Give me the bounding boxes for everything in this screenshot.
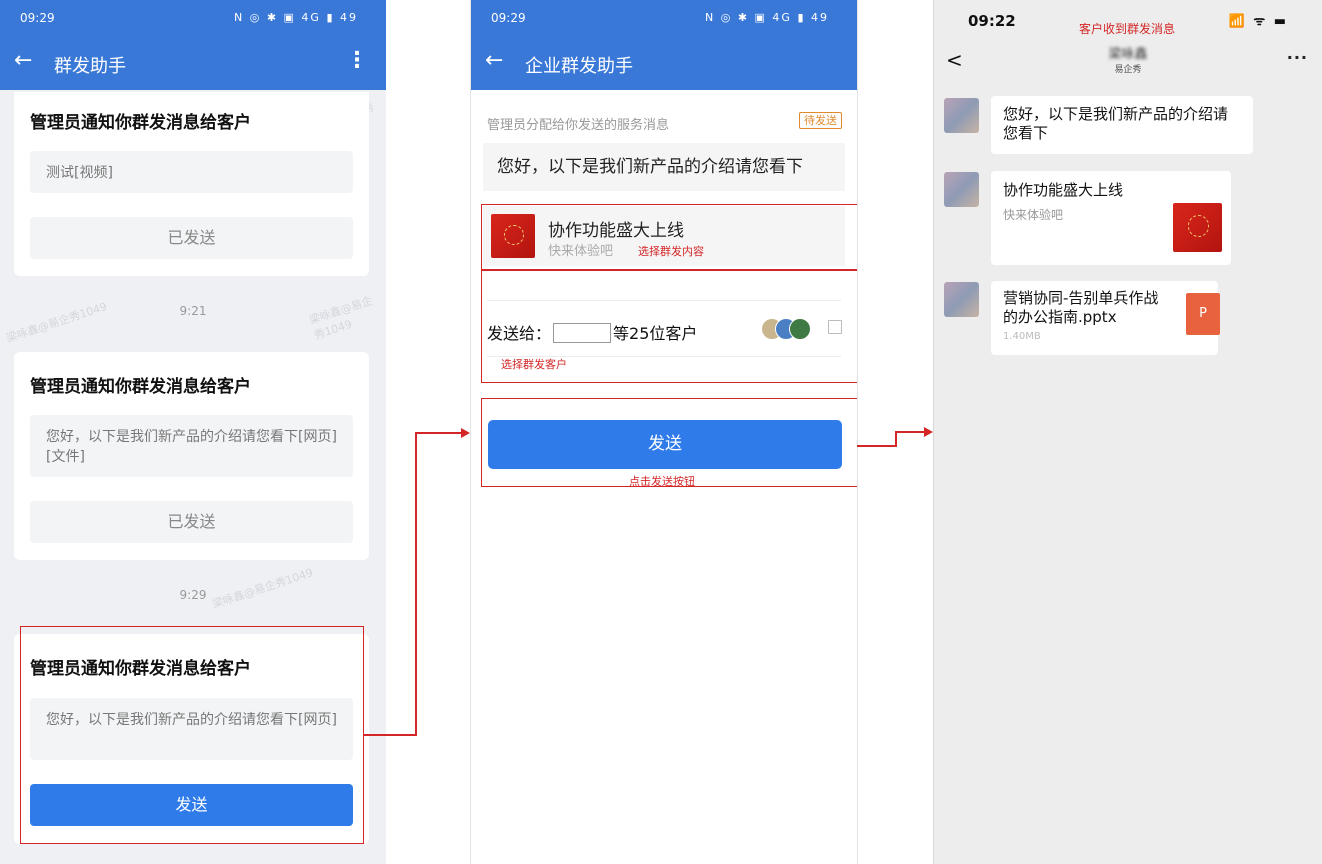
chat-contact-name: 梁咏鑫	[1108, 47, 1148, 62]
chat-message-text: 您好，以下是我们新产品的介绍请您看下	[1003, 105, 1229, 142]
status-bar: 09:22 客户收到群发消息 📶 ᯤ ▬	[934, 0, 1322, 40]
status-time: 09:22	[968, 12, 1016, 30]
chat-nav-bar: < 梁咏鑫 易企秀 ···	[934, 40, 1322, 84]
highlight-box	[481, 204, 857, 270]
status-time: 09:29	[491, 11, 526, 25]
chat-file-card[interactable]: 营销协同-告别单兵作战的办公指南.pptx 1.40MB P	[991, 281, 1220, 355]
status-time: 09:29	[20, 11, 55, 25]
annotation-customer-received: 客户收到群发消息	[1079, 22, 1176, 36]
link-subtitle: 快来体验吧	[1003, 208, 1064, 222]
link-title: 协作功能盛大上线	[1003, 181, 1124, 199]
file-size: 1.40MB	[1003, 331, 1041, 342]
more-menu-icon[interactable]: ···	[1287, 48, 1308, 67]
connector-line	[415, 432, 417, 736]
chat-link-card[interactable]: 协作功能盛大上线 快来体验吧	[991, 171, 1231, 265]
panel-broadcast-assistant: 09:29 N ◎ ✱ ▣ 4G ▮ 49 ← 群发助手 ⋮ 梁咏鑫@易企秀10…	[0, 0, 386, 864]
chat-message-bubble: 您好，以下是我们新产品的介绍请您看下	[991, 96, 1253, 154]
file-name: 营销协同-告别单兵作战的办公指南.pptx	[1003, 289, 1159, 326]
panel-enterprise-broadcast: 09:29 N ◎ ✱ ▣ 4G ▮ 49 ← 企业群发助手 管理员分配给你发送…	[470, 0, 858, 864]
highlight-box	[481, 398, 857, 487]
status-bar: 09:29 N ◎ ✱ ▣ 4G ▮ 49	[0, 0, 386, 36]
connector-line	[857, 445, 897, 447]
service-message-hint: 管理员分配给你发送的服务消息	[487, 118, 670, 133]
more-menu-icon[interactable]: ⋮	[346, 48, 368, 73]
connector-arrow-icon	[924, 427, 933, 437]
status-icons: 📶 ᯤ ▬	[1228, 14, 1288, 29]
status-icons: N ◎ ✱ ▣ 4G ▮ 49	[234, 11, 358, 24]
avatar	[944, 172, 979, 207]
connector-line	[364, 734, 417, 736]
card-title: 管理员通知你群发消息给客户	[30, 113, 251, 133]
back-arrow-icon[interactable]: ←	[485, 48, 503, 73]
back-arrow-icon[interactable]: ←	[14, 48, 32, 73]
status-bar: 09:29 N ◎ ✱ ▣ 4G ▮ 49	[471, 0, 857, 36]
status-icons: N ◎ ✱ ▣ 4G ▮ 49	[705, 11, 829, 24]
chat-contact-company: 易企秀	[1114, 65, 1142, 75]
card-message: 您好，以下是我们新产品的介绍请您看下[网页][文件]	[30, 415, 353, 477]
connector-arrow-icon	[461, 428, 470, 438]
avatar	[944, 282, 979, 317]
card-message: 测试[视频]	[30, 151, 353, 193]
connector-line	[415, 432, 463, 434]
highlight-box	[20, 626, 364, 844]
sent-button: 已发送	[30, 217, 353, 259]
panel-customer-chat: 09:22 客户收到群发消息 📶 ᯤ ▬ < 梁咏鑫 易企秀 ··· 您好，以下…	[933, 0, 1322, 864]
broadcast-card: 管理员通知你群发消息给客户 您好，以下是我们新产品的介绍请您看下[网页][文件]…	[14, 352, 369, 560]
timestamp: 9:29	[179, 588, 207, 602]
title-bar: ← 企业群发助手	[471, 36, 857, 90]
link-thumbnail-icon	[1173, 203, 1222, 252]
timestamp: 9:21	[179, 304, 207, 318]
status-badge: 待发送	[799, 112, 842, 129]
broadcast-card: 管理员通知你群发消息给客户 测试[视频] 已发送	[14, 92, 369, 276]
message-text: 您好，以下是我们新产品的介绍请您看下	[483, 143, 845, 191]
title-bar: ← 群发助手 ⋮	[0, 36, 386, 90]
avatar	[944, 98, 979, 133]
connector-line	[895, 431, 897, 447]
page-title: 企业群发助手	[525, 56, 633, 77]
highlight-box	[481, 270, 857, 383]
connector-line	[895, 431, 926, 433]
card-title: 管理员通知你群发消息给客户	[30, 377, 251, 397]
ppt-file-icon: P	[1186, 293, 1220, 335]
sent-button: 已发送	[30, 501, 353, 543]
page-title: 群发助手	[54, 56, 126, 77]
